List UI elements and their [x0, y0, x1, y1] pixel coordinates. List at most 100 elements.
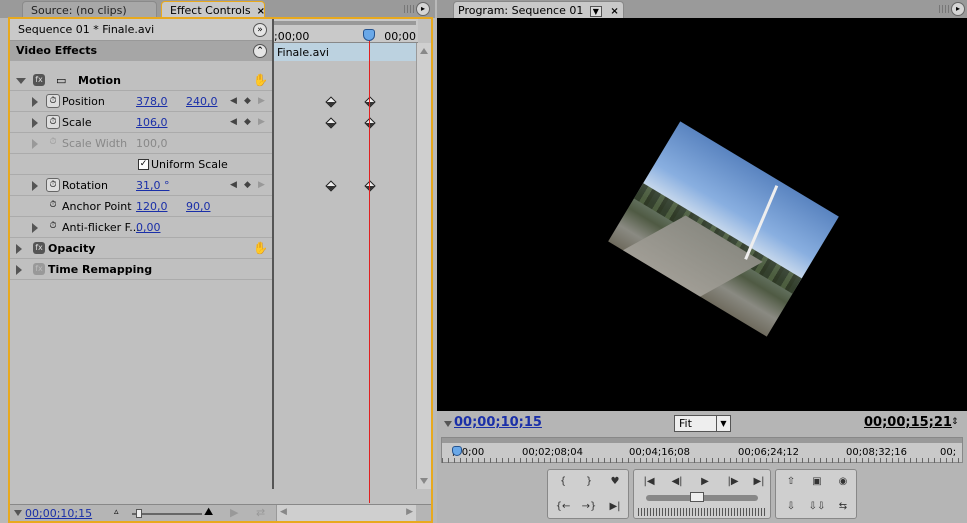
prev-keyframe-icon[interactable]: ◀ [230, 96, 237, 106]
output-settings-button[interactable]: ◉ [832, 473, 854, 491]
step-back-to-start-button[interactable]: |◀ [638, 473, 660, 491]
zoom-slider-track[interactable] [132, 513, 202, 515]
panel-grip-icon[interactable] [939, 5, 949, 13]
scroll-left-icon[interactable]: ◀ [280, 507, 287, 517]
stopwatch-icon[interactable]: ⏱ [46, 199, 60, 213]
extract-button[interactable]: ⇩⇩ [806, 498, 828, 516]
toggle-loop-icon[interactable]: ⇄ [256, 506, 265, 519]
zoom-out-icon[interactable]: ▵ [114, 507, 119, 517]
horizontal-scrollbar[interactable]: ◀ ▶ [276, 505, 416, 521]
rotation-keyframe-1[interactable] [325, 180, 337, 192]
current-timecode[interactable]: 00;00;10;15 [454, 415, 542, 430]
show-timeline-button[interactable]: » [253, 23, 267, 37]
stopwatch-icon[interactable]: ⏱ [46, 220, 60, 234]
add-keyframe-icon[interactable]: ◆ [244, 180, 251, 190]
expand-triangle-icon[interactable] [32, 118, 38, 128]
transform-hand-icon[interactable]: ✋ [253, 73, 268, 87]
lift-edit-button[interactable]: ⇩ [780, 498, 802, 516]
expand-triangle-icon[interactable] [32, 223, 38, 233]
scroll-up-icon[interactable] [420, 48, 428, 54]
clip-header: Sequence 01 * Finale.avi » [10, 19, 272, 41]
step-forward-button[interactable]: |▶ [722, 473, 744, 491]
tab-source[interactable]: Source: (no clips) [22, 1, 157, 18]
fx-toggle-icon[interactable]: fx [33, 74, 45, 86]
zoom-fit-select[interactable]: Fit ▼ [674, 415, 731, 432]
vertical-scrollbar[interactable] [416, 43, 431, 489]
collapse-button[interactable]: ⌃ [253, 44, 267, 58]
prev-keyframe-icon[interactable]: ◀ [230, 180, 237, 190]
effect-timeline[interactable]: ;00;00 00;00 Finale.avi [272, 19, 418, 503]
timeline-ruler[interactable]: ;00;00 00;00 [274, 19, 418, 43]
uniform-scale-checkbox[interactable]: ✓ [138, 159, 149, 170]
timecode-menu-icon[interactable] [14, 510, 22, 516]
tab-program[interactable]: Program: Sequence 01 ▼ × [453, 1, 624, 18]
close-icon[interactable]: × [610, 6, 618, 17]
add-keyframe-icon[interactable]: ◆ [244, 117, 251, 127]
stopwatch-icon[interactable]: ⏱ [46, 178, 60, 192]
sequence-dropdown-icon[interactable]: ▼ [589, 6, 602, 17]
safe-margins-button[interactable]: ▣ [806, 473, 828, 491]
expand-triangle-icon[interactable] [16, 244, 22, 254]
next-keyframe-icon[interactable]: ▶ [258, 180, 265, 190]
set-marker-button[interactable]: ♥ [604, 473, 626, 491]
expand-triangle-icon[interactable] [32, 97, 38, 107]
scroll-right-icon[interactable]: ▶ [406, 507, 413, 517]
panel-menu-icon[interactable]: ▸ [416, 2, 430, 16]
mark-out-button[interactable]: } [578, 473, 600, 491]
resize-handle-icon[interactable]: ⇕ [951, 417, 959, 427]
shuttle-thumb[interactable] [690, 492, 704, 502]
footer-timecode[interactable]: 00;00;10;15 [25, 507, 92, 520]
lift-button[interactable]: ⇧ [780, 473, 802, 491]
next-keyframe-icon[interactable]: ▶ [258, 96, 265, 106]
video-frame[interactable] [608, 121, 839, 337]
timecode-menu-icon[interactable] [444, 421, 452, 427]
program-time-ruler[interactable]: ;00;00 00;02;08;04 00;04;16;08 00;06;24;… [441, 437, 963, 463]
expand-triangle-icon[interactable] [32, 181, 38, 191]
position-keyframe-1[interactable] [325, 96, 337, 108]
stopwatch-icon[interactable]: ⏱ [46, 94, 60, 108]
scale-value[interactable]: 106,0 [136, 116, 168, 129]
ruler-work-bar[interactable] [274, 21, 416, 25]
program-monitor-view[interactable] [437, 18, 967, 411]
go-to-out-button[interactable]: →} [578, 498, 600, 516]
trim-button[interactable]: ⇆ [832, 498, 854, 516]
expand-triangle-icon[interactable] [16, 265, 22, 275]
expand-triangle-icon[interactable] [16, 78, 26, 84]
position-y-value[interactable]: 240,0 [186, 95, 218, 108]
zoom-in-icon[interactable]: ⛰ [204, 505, 213, 519]
tab-effect-controls[interactable]: Effect Controls × [161, 1, 265, 18]
rotation-value[interactable]: 31,0 ° [136, 179, 170, 192]
anchor-x-value[interactable]: 120,0 [136, 200, 168, 213]
program-playhead[interactable] [452, 446, 462, 456]
stopwatch-icon[interactable]: ⏱ [46, 115, 60, 129]
play-button[interactable]: ▶ [694, 473, 716, 491]
panel-menu-icon[interactable]: ▸ [951, 2, 965, 16]
position-keyframe-2[interactable] [364, 96, 376, 108]
go-to-in-button[interactable]: {← [552, 498, 574, 516]
mark-in-button[interactable]: { [552, 473, 574, 491]
clip-bar[interactable]: Finale.avi [274, 43, 416, 61]
zoom-slider-thumb[interactable] [136, 509, 142, 518]
position-x-value[interactable]: 378,0 [136, 95, 168, 108]
anchor-y-value[interactable]: 90,0 [186, 200, 211, 213]
add-keyframe-icon[interactable]: ◆ [244, 96, 251, 106]
fx-toggle-icon[interactable]: fx [33, 242, 45, 254]
play-audio-icon[interactable]: ▶ [230, 506, 238, 519]
scroll-down-icon[interactable] [420, 478, 428, 484]
step-back-button[interactable]: ◀| [666, 473, 688, 491]
rotation-keyframe-2[interactable] [364, 180, 376, 192]
next-keyframe-icon[interactable]: ▶ [258, 117, 265, 127]
close-icon[interactable]: × [257, 6, 265, 17]
prev-keyframe-icon[interactable]: ◀ [230, 117, 237, 127]
play-in-to-out-button[interactable]: ▶| [604, 498, 626, 516]
scale-keyframe-1[interactable] [325, 117, 337, 129]
work-area-bar[interactable] [442, 438, 962, 443]
playhead-handle[interactable] [363, 29, 375, 41]
anti-flicker-value[interactable]: 0,00 [136, 221, 161, 234]
step-to-end-button[interactable]: ▶| [748, 473, 770, 491]
panel-grip-icon[interactable] [404, 5, 414, 13]
jog-wheel[interactable] [638, 508, 766, 516]
scale-keyframe-2[interactable] [364, 117, 376, 129]
transform-hand-icon[interactable]: ✋ [253, 241, 268, 255]
chevron-down-icon[interactable]: ▼ [716, 416, 730, 431]
